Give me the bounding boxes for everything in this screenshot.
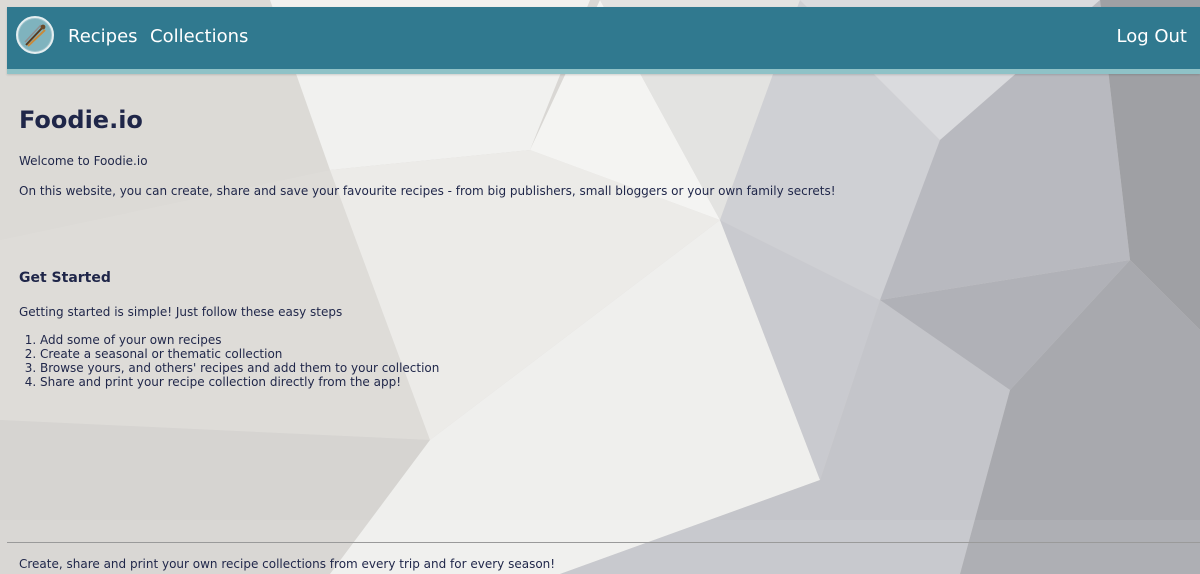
footer-text: Create, share and print your own recipe … — [19, 557, 556, 571]
intro-text: On this website, you can create, share a… — [19, 184, 836, 198]
low-poly-background — [0, 0, 1200, 574]
nav-collections-link[interactable]: Collections — [150, 26, 248, 48]
welcome-text: Welcome to Foodie.io — [19, 154, 148, 168]
footer-divider — [7, 542, 1200, 543]
top-navbar: Recipes Collections Log Out — [7, 7, 1200, 74]
page-title: Foodie.io — [19, 106, 143, 134]
steps-list: Add some of your own recipes Create a se… — [19, 333, 439, 389]
step-item: Browse yours, and others' recipes and ad… — [40, 361, 439, 375]
step-item: Create a seasonal or thematic collection — [40, 347, 439, 361]
logout-link[interactable]: Log Out — [1116, 26, 1187, 48]
get-started-lead: Getting started is simple! Just follow t… — [19, 305, 343, 319]
step-item: Add some of your own recipes — [40, 333, 439, 347]
step-item: Share and print your recipe collection d… — [40, 375, 439, 389]
nav-recipes-link[interactable]: Recipes — [68, 26, 138, 48]
kitchen-utensils-icon[interactable] — [16, 16, 54, 54]
get-started-heading: Get Started — [19, 270, 111, 286]
